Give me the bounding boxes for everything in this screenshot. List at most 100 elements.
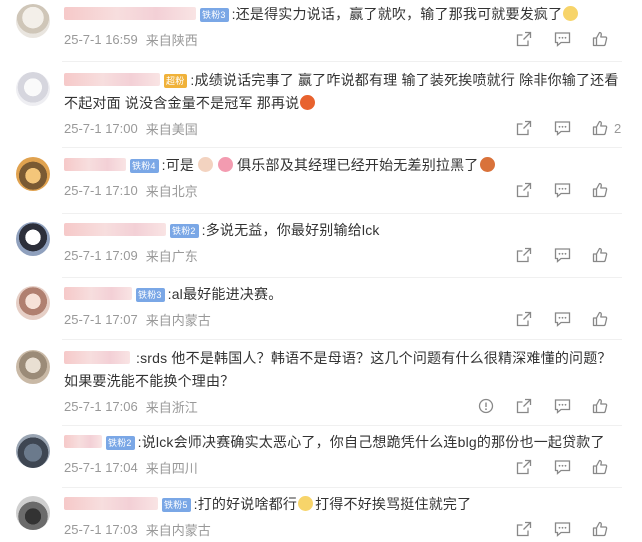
location: 来自陕西 xyxy=(145,32,198,48)
comment-item: 铁粉2:说lck会师决赛确实太恶心了，你自己想跪凭什么连blg的那份也一起贷款了… xyxy=(0,426,642,488)
share-icon[interactable] xyxy=(514,309,534,329)
comment-icon[interactable] xyxy=(552,180,572,200)
share-icon[interactable] xyxy=(514,519,534,539)
location: 来自美国 xyxy=(145,121,198,137)
report-icon[interactable] xyxy=(476,396,496,416)
comment-text-line: 铁粉2:说lck会师决赛确实太恶心了，你自己想跪凭什么连blg的那份也一起贷款了 xyxy=(64,431,622,454)
comment-meta: 25-7-1 17:04 来自四川 xyxy=(64,456,622,478)
comment-text: :打的好说啥都行 xyxy=(193,496,298,512)
emoji-icon xyxy=(300,95,316,110)
location: 来自内蒙古 xyxy=(145,312,211,328)
comment-text-line: 铁粉4:可是 俱乐部及其经理已经开始无差别拉黑了 xyxy=(64,154,622,177)
comment-icon[interactable] xyxy=(552,29,572,49)
comment-text-2: 打得不好挨骂挺住就完了 xyxy=(315,496,472,512)
like-icon[interactable] xyxy=(590,519,610,539)
fan-badge[interactable]: 铁粉2 xyxy=(170,224,199,238)
share-icon[interactable] xyxy=(514,245,534,265)
emoji-icon xyxy=(479,157,495,172)
comment-text: :还是得实力说话，赢了就吹，输了那我可就要发疯了 xyxy=(231,6,563,22)
timestamp: 25-7-1 17:00 xyxy=(64,120,138,136)
like-icon[interactable] xyxy=(590,457,610,477)
comment-meta: 25-7-1 17:07 来自内蒙古 xyxy=(64,308,622,330)
avatar[interactable] xyxy=(16,222,50,256)
comment-item: 铁粉3:al最好能进决赛。 25-7-1 17:07 来自内蒙古 xyxy=(0,278,642,340)
comment-actions xyxy=(496,309,622,329)
comment-icon[interactable] xyxy=(552,245,572,265)
timestamp: 25-7-1 17:10 xyxy=(64,182,138,198)
location: 来自广东 xyxy=(145,248,198,264)
comment-meta: 25-7-1 17:00 来自美国 2 xyxy=(64,117,622,139)
username[interactable] xyxy=(64,73,160,86)
timestamp: 25-7-1 17:06 xyxy=(64,398,138,414)
comment-actions xyxy=(496,519,622,539)
comment-text-line: 铁粉3:al最好能进决赛。 xyxy=(64,283,622,306)
timestamp: 25-7-1 17:03 xyxy=(64,521,138,537)
avatar[interactable] xyxy=(16,434,50,468)
comment-icon[interactable] xyxy=(552,396,572,416)
like-icon[interactable] xyxy=(590,396,610,416)
like-count: 2 xyxy=(614,120,622,136)
comment-icon[interactable] xyxy=(552,118,572,138)
fan-badge[interactable]: 铁粉4 xyxy=(130,159,159,173)
fan-badge[interactable]: 铁粉5 xyxy=(162,498,191,512)
share-icon[interactable] xyxy=(514,396,534,416)
comment-item: 铁粉3:还是得实力说话，赢了就吹，输了那我可就要发疯了 25-7-1 16:59… xyxy=(0,0,642,62)
comment-text-line: 超粉:成绩说话完事了 赢了咋说都有理 输了装死挨喷就行 除非你输了还看不起对面 … xyxy=(64,69,622,115)
like-icon[interactable] xyxy=(590,118,610,138)
timestamp: 25-7-1 17:07 xyxy=(64,311,138,327)
comment-actions xyxy=(458,396,622,416)
avatar[interactable] xyxy=(16,72,50,106)
comment-meta: 25-7-1 16:59 来自陕西 xyxy=(64,28,622,50)
avatar[interactable] xyxy=(16,4,50,38)
timestamp: 25-7-1 17:04 xyxy=(64,459,138,475)
share-icon[interactable] xyxy=(514,29,534,49)
avatar[interactable] xyxy=(16,496,50,530)
username[interactable] xyxy=(64,158,126,171)
timestamp: 25-7-1 17:09 xyxy=(64,247,138,263)
share-icon[interactable] xyxy=(514,457,534,477)
comment-list: 铁粉3:还是得实力说话，赢了就吹，输了那我可就要发疯了 25-7-1 16:59… xyxy=(0,0,642,540)
comment-item: 铁粉2:多说无益，你最好别输给lck 25-7-1 17:09 来自广东 xyxy=(0,214,642,278)
emoji-icon xyxy=(563,6,579,21)
location: 来自内蒙古 xyxy=(145,522,211,538)
comment-meta: 25-7-1 17:09 来自广东 xyxy=(64,244,622,266)
comment-item: 超粉:成绩说话完事了 赢了咋说都有理 输了装死挨喷就行 除非你输了还看不起对面 … xyxy=(0,62,642,148)
share-icon[interactable] xyxy=(514,118,534,138)
username[interactable] xyxy=(64,7,196,20)
share-icon[interactable] xyxy=(514,180,534,200)
comment-text: :可是 xyxy=(161,157,195,173)
comment-text: :多说无益，你最好别输给lck xyxy=(201,222,380,238)
avatar[interactable] xyxy=(16,286,50,320)
username[interactable] xyxy=(64,223,166,236)
avatar[interactable] xyxy=(16,350,50,384)
comment-icon[interactable] xyxy=(552,457,572,477)
avatar[interactable] xyxy=(16,157,50,191)
fan-badge[interactable]: 铁粉3 xyxy=(200,8,229,22)
timestamp: 25-7-1 16:59 xyxy=(64,31,138,47)
location: 来自浙江 xyxy=(145,399,198,415)
username[interactable] xyxy=(64,435,102,448)
comment-actions xyxy=(496,180,622,200)
fan-badge[interactable]: 铁粉3 xyxy=(136,288,165,302)
comment-actions xyxy=(496,29,622,49)
comment-text: :srds 他不是韩国人？韩语不是母语？这几个问题有什么很精深难懂的问题？如果要… xyxy=(64,350,612,389)
like-icon[interactable] xyxy=(590,180,610,200)
comment-meta: 25-7-1 17:10 来自北京 xyxy=(64,179,622,201)
like-icon[interactable] xyxy=(590,245,610,265)
fan-badge[interactable]: 铁粉2 xyxy=(106,436,135,450)
like-icon[interactable] xyxy=(590,309,610,329)
comment-text-line: 铁粉3:还是得实力说话，赢了就吹，输了那我可就要发疯了 xyxy=(64,3,622,26)
username[interactable] xyxy=(64,351,130,364)
username[interactable] xyxy=(64,497,158,510)
emoji-icon xyxy=(298,496,314,511)
comment-actions: 2 xyxy=(496,118,622,138)
comment-icon[interactable] xyxy=(552,519,572,539)
comment-text-line: 铁粉2:多说无益，你最好别输给lck xyxy=(64,219,622,242)
like-icon[interactable] xyxy=(590,29,610,49)
comment-icon[interactable] xyxy=(552,309,572,329)
username[interactable] xyxy=(64,287,132,300)
comment-item: 铁粉4:可是 俱乐部及其经理已经开始无差别拉黑了 25-7-1 17:10 来自北… xyxy=(0,148,642,214)
peace-emoji-icon xyxy=(198,157,214,172)
location: 来自四川 xyxy=(145,460,198,476)
fan-badge[interactable]: 超粉 xyxy=(164,74,188,88)
